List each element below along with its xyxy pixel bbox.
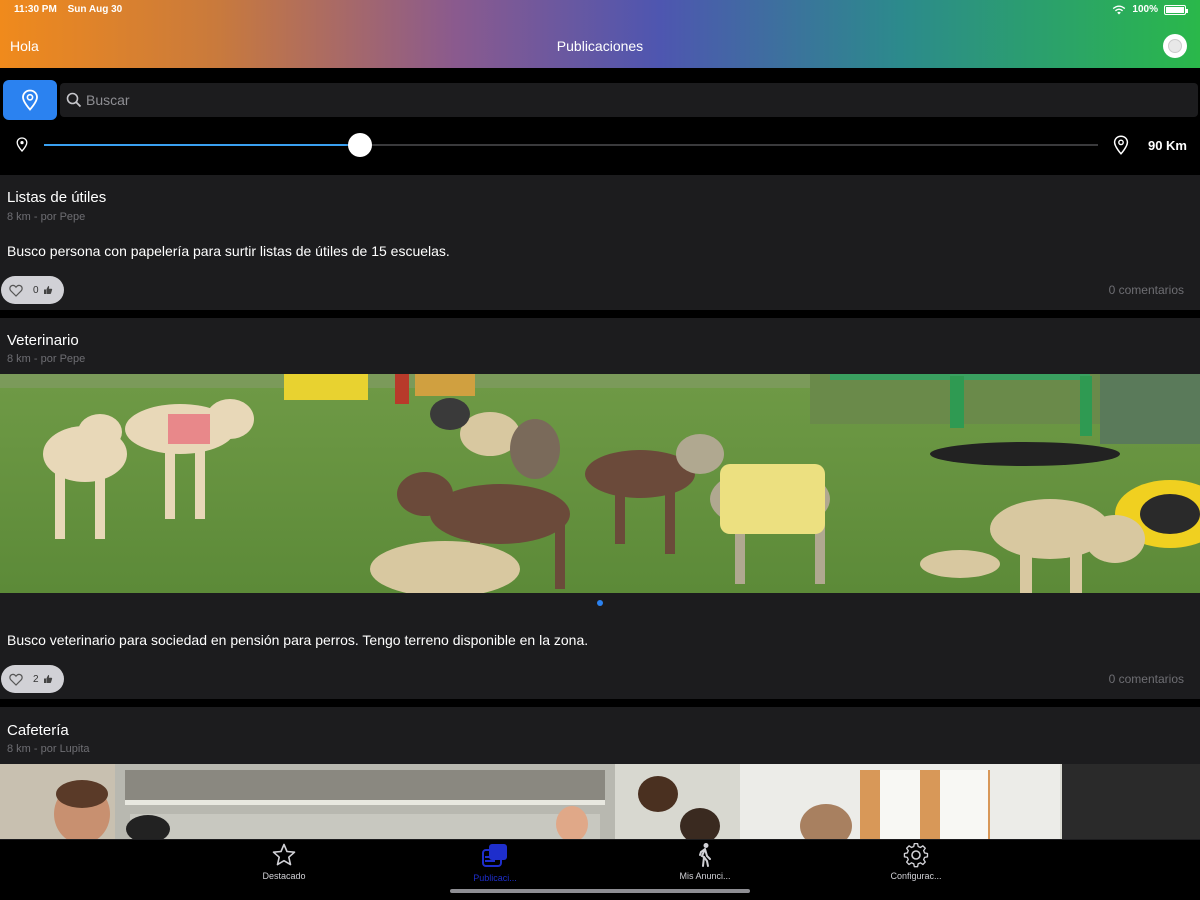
page-title: Publicaciones (556, 38, 644, 54)
comments-link[interactable]: 0 comentarios (1109, 283, 1184, 297)
thumbs-up-icon (43, 675, 52, 683)
map-pin-large-icon (1113, 135, 1129, 155)
status-time: 11:30 PM (14, 4, 57, 15)
wifi-icon (1113, 5, 1126, 14)
tab-label: Configurac... (890, 871, 942, 881)
tab-label: Publicaci... (473, 873, 517, 883)
tab-configuracion[interactable]: Configurac... (866, 842, 966, 886)
search-row (2, 80, 1198, 120)
tab-label: Mis Anunci... (679, 871, 731, 881)
star-icon (272, 843, 296, 866)
post-photo-dogs[interactable] (0, 374, 1200, 593)
photo-page-indicator[interactable] (0, 600, 1200, 606)
battery-icon (1164, 4, 1188, 15)
post-card[interactable]: Listas de útiles 8 km - por Pepe Busco p… (0, 175, 1200, 310)
status-date: Sun Aug 30 (67, 4, 123, 15)
post-meta: 8 km - por Pepe (7, 353, 86, 365)
search-icon (66, 92, 82, 108)
thumbs-up-icon (43, 286, 52, 294)
app-screen: 11:30 PM Sun Aug 30 100% Hola Publicacio… (0, 0, 1200, 900)
post-title: Listas de útiles (7, 189, 107, 206)
navigation-header: 11:30 PM Sun Aug 30 100% Hola Publicacio… (0, 0, 1200, 68)
profile-avatar[interactable] (1163, 34, 1187, 58)
post-photo-cafe[interactable] (0, 764, 1200, 839)
heart-icon (9, 284, 23, 297)
gear-icon (903, 842, 929, 868)
heart-icon (9, 673, 23, 686)
comments-link[interactable]: 0 comentarios (1109, 672, 1184, 686)
slider-thumb[interactable] (348, 133, 373, 157)
map-pin-icon (22, 89, 38, 111)
walking-person-icon (699, 843, 711, 867)
publications-icon (482, 844, 507, 867)
post-meta: 8 km - por Pepe (7, 211, 86, 223)
map-pin-small-icon (16, 137, 28, 152)
cafe-photo-illustration (0, 764, 1200, 839)
tab-publicaciones[interactable]: Publicaci... (445, 842, 545, 886)
post-card[interactable]: Veterinario 8 km - por Pepe Busco veteri… (0, 318, 1200, 699)
distance-slider[interactable] (44, 133, 1098, 157)
dogs-photo-illustration (0, 374, 1200, 593)
search-bar (60, 83, 1198, 117)
home-indicator (450, 889, 750, 893)
battery-percent: 100% (1132, 4, 1158, 15)
location-filter-button[interactable] (3, 80, 57, 120)
post-title: Cafetería (7, 722, 69, 739)
tab-label: Destacado (262, 871, 306, 881)
like-button[interactable]: 2 (1, 665, 64, 693)
post-card[interactable]: Cafetería 8 km - por Lupita (0, 707, 1200, 839)
slider-fill (44, 144, 361, 146)
distance-slider-row: 90 Km (0, 130, 1200, 160)
search-input[interactable] (86, 92, 1086, 108)
like-count: 0 (33, 284, 39, 296)
post-title: Veterinario (7, 332, 79, 349)
like-count: 2 (33, 673, 39, 685)
post-body: Busco persona con papelería para surtir … (7, 243, 450, 259)
post-meta: 8 km - por Lupita (7, 743, 90, 755)
tab-destacado[interactable]: Destacado (234, 842, 334, 886)
distance-value: 90 Km (1147, 138, 1187, 153)
tab-mis-anuncios[interactable]: Mis Anunci... (655, 842, 755, 886)
status-bar: 11:30 PM Sun Aug 30 100% (14, 4, 1188, 18)
post-body: Busco veterinario para sociedad en pensi… (7, 632, 589, 648)
like-button[interactable]: 0 (1, 276, 64, 304)
